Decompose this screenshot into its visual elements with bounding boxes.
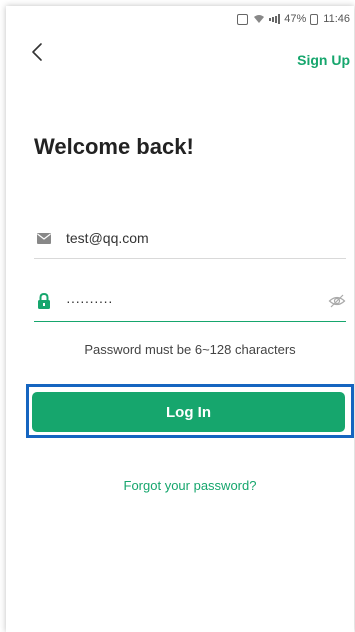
chevron-left-icon (32, 43, 42, 61)
password-input[interactable] (64, 292, 328, 310)
password-field[interactable] (34, 281, 346, 322)
mail-icon (34, 228, 54, 248)
back-button[interactable] (26, 40, 50, 64)
page-title: Welcome back! (34, 134, 194, 159)
password-hint: Password must be 6~128 characters (84, 342, 296, 357)
status-time: 11:46 (323, 13, 350, 25)
eye-off-icon[interactable] (328, 292, 346, 310)
status-bar: 47% 11:46 (6, 6, 354, 32)
battery-icon (310, 13, 319, 25)
signal-icon (269, 14, 281, 24)
email-input[interactable] (64, 229, 346, 247)
forgot-password-link[interactable]: Forgot your password? (34, 478, 346, 493)
login-screen: 47% 11:46 Sign Up Welcome back! test@qq.… (6, 6, 354, 632)
log-in-button[interactable]: Log In (32, 392, 345, 432)
battery-percent: 47% (284, 13, 307, 25)
app-bar: Sign Up (6, 32, 354, 72)
sign-up-link[interactable]: Sign Up (297, 52, 350, 68)
wifi-icon (253, 14, 265, 24)
sim-icon (237, 13, 249, 25)
email-field[interactable] (34, 218, 346, 259)
lock-icon (34, 291, 54, 311)
